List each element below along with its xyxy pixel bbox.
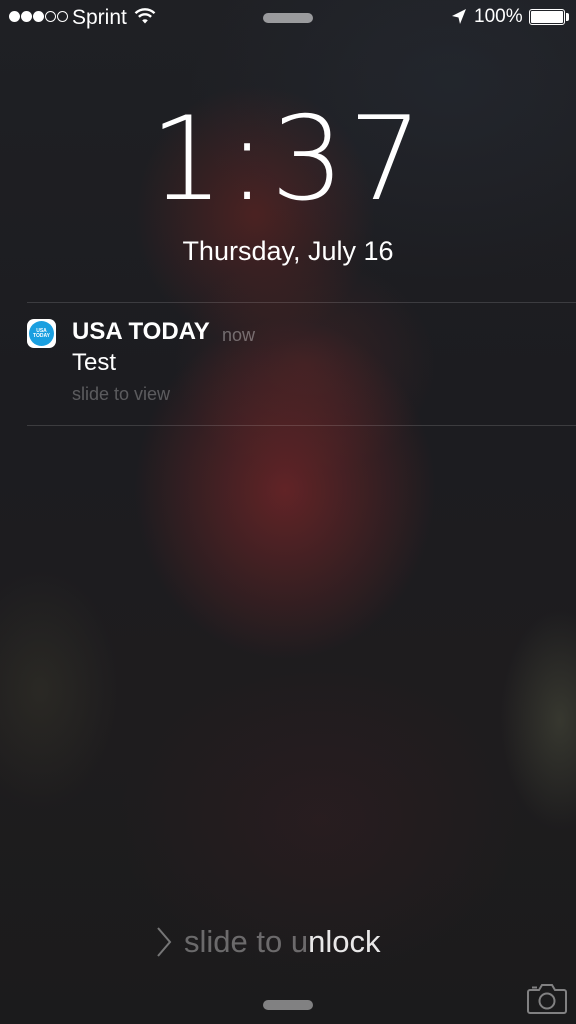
control-center-grabber[interactable] — [263, 1000, 313, 1010]
lock-screen: Sprint 100% 1:37 Thursday, July 16 USA T… — [0, 0, 576, 1024]
battery-tip — [566, 13, 569, 21]
notification-slide-to-view[interactable]: slide to view — [72, 384, 170, 405]
lock-clock: 1:37 — [149, 92, 427, 227]
signal-dot — [33, 11, 44, 22]
carrier-name: Sprint — [72, 6, 127, 29]
location-arrow-icon — [451, 8, 467, 31]
notification-divider — [27, 302, 576, 303]
camera-icon[interactable] — [527, 982, 567, 1019]
notification-time: now — [222, 325, 256, 345]
signal-dot — [21, 11, 32, 22]
lock-date: Thursday, July 16 — [182, 236, 394, 266]
wifi-icon — [134, 7, 156, 30]
notification-app-name: USA TODAY — [72, 318, 210, 345]
battery-icon — [529, 9, 565, 25]
unlock-label-shimmer: nlock — [308, 924, 381, 959]
signal-strength-indicator — [9, 11, 68, 22]
battery-fill — [531, 11, 563, 23]
slide-to-unlock[interactable]: slide to unlock — [156, 924, 380, 960]
notification-divider — [27, 425, 576, 426]
status-bar: Sprint 100% — [0, 0, 576, 36]
notification-center-grabber[interactable] — [263, 13, 313, 23]
signal-dot — [9, 11, 20, 22]
slide-to-unlock-label: slide to unlock — [184, 924, 380, 960]
app-icon-text-line: TODAY — [33, 332, 50, 339]
battery-percentage: 100% — [474, 6, 523, 27]
signal-dot — [57, 11, 68, 22]
notification-message: Test — [72, 349, 117, 376]
unlock-label-dim: slide to u — [184, 924, 309, 959]
signal-dot — [45, 11, 56, 22]
usa-today-app-icon: USA TODAY — [27, 319, 56, 348]
chevron-right-icon — [157, 927, 172, 957]
